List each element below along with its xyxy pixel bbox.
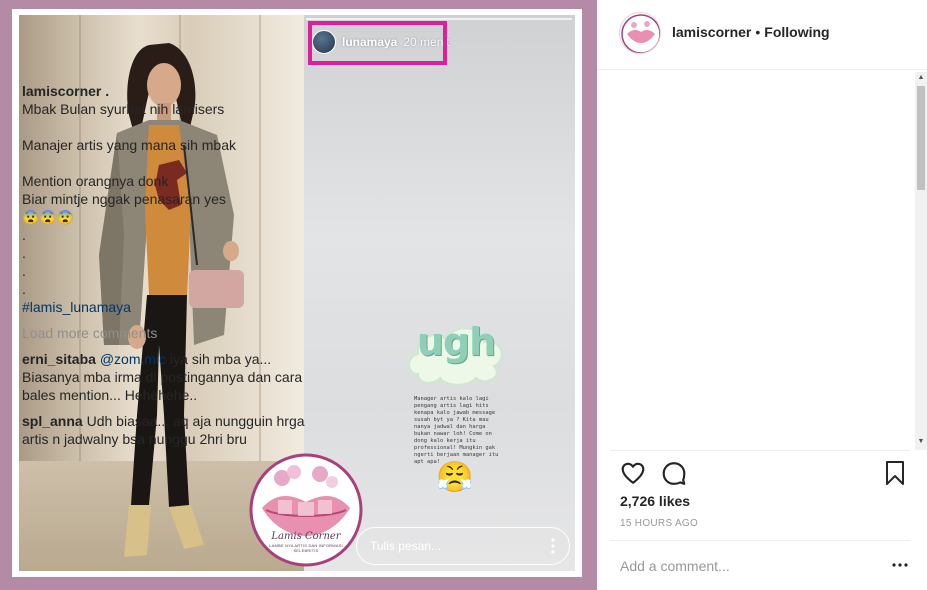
caption-line (22, 154, 312, 172)
story-progress-bar (306, 18, 572, 20)
caption-hashtag[interactable]: #lamis_lunamaya (22, 298, 312, 316)
caption-line (22, 118, 312, 136)
comments-list[interactable]: lamiscorner . Mbak Bulan syurhat nih lam… (22, 82, 312, 452)
caption-line: Manajer artis yang mana sih mbak (22, 137, 236, 153)
caption-line: Mention orangnya donk (22, 173, 169, 189)
load-more-comments-button[interactable]: Load more comments (22, 324, 312, 342)
angry-face-icon: 😤 (436, 461, 474, 494)
ugh-sticker-text: ugh (416, 320, 496, 364)
likes-count[interactable]: 2,726 likes (620, 493, 690, 509)
account-avatar[interactable] (619, 12, 661, 54)
scroll-up-arrow-icon[interactable]: ▲ (915, 72, 927, 84)
heart-icon[interactable] (620, 460, 646, 486)
avatar-lips-icon (621, 14, 660, 53)
comment-item: erni_sitaba @zom.mic iya sih mba ya... B… (22, 350, 312, 404)
bookmark-icon[interactable] (883, 460, 907, 486)
post-header: lamiscorner • Following (597, 0, 927, 70)
caption-line: . (22, 263, 26, 279)
following-button[interactable]: Following (764, 24, 829, 40)
header-separator: • (755, 24, 761, 40)
header-line: lamiscorner • Following (672, 24, 830, 40)
comment-icon[interactable] (661, 460, 687, 486)
post-timestamp[interactable]: 15 HOURS AGO (620, 518, 698, 529)
caption-line: . (22, 227, 26, 243)
account-username[interactable]: lamiscorner (672, 24, 751, 40)
comment-username[interactable]: spl_anna (22, 413, 83, 429)
story-caption-text: Manager artis kalo lagi pengang artis la… (414, 396, 499, 465)
watermark-subtitle: LAMBE NYA ARTIS DAN INFORMASI SELEBRITIS (269, 543, 343, 553)
ugh-sticker: ugh (404, 316, 508, 386)
scrollbar-thumb[interactable] (917, 86, 925, 190)
comment-username[interactable]: erni_sitaba (22, 351, 96, 367)
add-comment-input[interactable]: Add a comment... (620, 558, 730, 574)
caption-line: Biar mintje nggak penasaran yes (22, 191, 226, 207)
divider (610, 540, 910, 541)
more-vertical-icon[interactable] (551, 538, 555, 554)
highlight-box (308, 21, 447, 65)
story-reply-placeholder: Tulis pesan... (370, 539, 441, 553)
divider (610, 450, 910, 451)
caption-line: . (22, 281, 26, 297)
comment-mention[interactable]: @zom.mic (100, 351, 166, 367)
scroll-down-arrow-icon[interactable]: ▼ (915, 436, 927, 448)
watermark-title: Lamis Corner (271, 531, 341, 542)
more-horizontal-icon[interactable] (892, 563, 908, 567)
caption-line: . (22, 245, 26, 261)
comment-item: spl_anna Udh biasaa... aq aja nungguin h… (22, 412, 312, 448)
caption-line: 😨😨😨 (22, 209, 75, 225)
caption-line: Mbak Bulan syurhat nih lamisers (22, 101, 225, 117)
story-reply-input[interactable]: Tulis pesan... (356, 527, 570, 565)
caption-username[interactable]: lamiscorner . (22, 82, 312, 100)
